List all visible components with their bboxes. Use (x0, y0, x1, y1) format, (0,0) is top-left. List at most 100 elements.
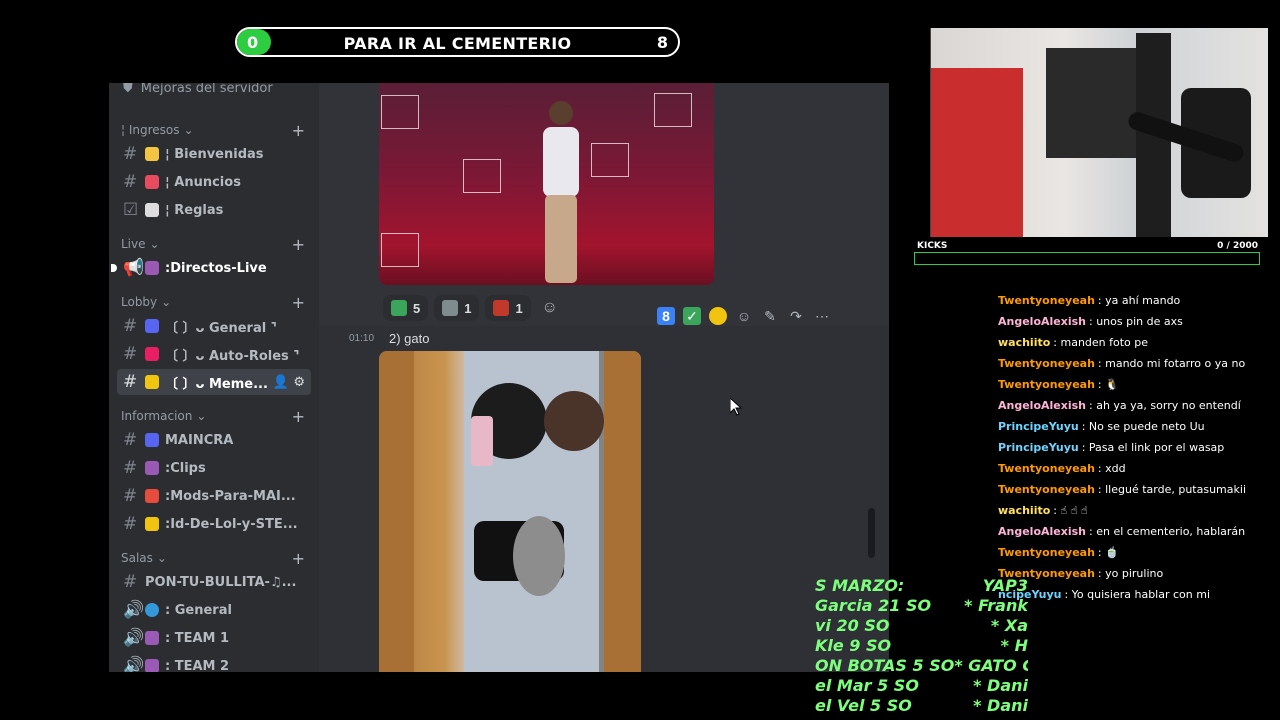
channel-general[interactable]: # 〔 〕ᴗ General ⌝ (117, 313, 311, 339)
chat-scrollbar[interactable] (868, 508, 875, 558)
ticker-line: Kle 9 SO * H (815, 636, 1028, 656)
reply-icon[interactable]: ↷ (787, 307, 805, 325)
channel-maincra[interactable]: # MAINCRA (117, 427, 311, 453)
chat-username[interactable]: AngeloAlexish (998, 315, 1086, 328)
check-emoji-icon (391, 300, 407, 316)
selfie-illustration (379, 351, 641, 672)
channel-label: : General (165, 602, 232, 618)
chevron-down-icon: ⌄ (161, 295, 172, 309)
chevron-down-icon: ⌄ (149, 237, 160, 251)
channel-directos-live[interactable]: 📢 :Directos-Live (111, 255, 311, 281)
add-reaction-icon[interactable]: ☺ (537, 295, 563, 321)
reaction-count: 5 (413, 300, 421, 316)
add-channel-icon[interactable]: + (292, 549, 305, 568)
sub-ticker: S MARZO: YAP3 Garcia 21 SO * Frank vi 20 SO *… (815, 576, 1028, 720)
add-channel-icon[interactable]: + (292, 407, 305, 426)
chat-username[interactable]: Twentyoneyeah (998, 357, 1095, 370)
ticker-left-text: ON BOTAS 5 SO* GATO CO (815, 656, 1028, 675)
more-icon[interactable]: ⋯ (813, 307, 831, 325)
category-salas[interactable]: Salas ⌄ + (121, 549, 305, 568)
category-lobby[interactable]: Lobby ⌄ + (121, 293, 305, 312)
channel-reglas[interactable]: ☑ ¦ Reglas (117, 197, 311, 223)
category-live[interactable]: Live ⌄ + (121, 235, 305, 254)
chat-text: : ya ahí mando (1097, 294, 1181, 307)
invite-icon[interactable]: 👤 (273, 375, 289, 390)
add-channel-icon[interactable]: + (292, 121, 305, 140)
chat-text: : Yo quisiera hablar con mi (1064, 588, 1211, 601)
ticker-left-text: el Mar 5 SO (815, 676, 919, 695)
channel-mods[interactable]: # :Mods-Para-MAI... (117, 483, 311, 509)
reaction-count: 1 (515, 300, 523, 316)
pin-emoji-icon (145, 489, 159, 503)
channel-anuncios[interactable]: # ¦ Anuncios (117, 169, 311, 195)
chat-username[interactable]: Twentyoneyeah (998, 462, 1095, 475)
channel-memes[interactable]: # 〔 〕ᴗ Meme... 👤 ⚙ (117, 369, 311, 395)
add-reaction-icon[interactable]: ☺ (735, 307, 753, 325)
unread-indicator (111, 264, 117, 272)
add-channel-icon[interactable]: + (292, 293, 305, 312)
chat-message: Twentyoneyeah: yo pirulino (998, 563, 1280, 584)
chat-text: : llegué tarde, putasumakii (1097, 483, 1246, 496)
gamepad-emoji-icon (145, 631, 159, 645)
channel-auto-roles[interactable]: # 〔 〕ᴗ Auto-Roles ⌝ (117, 341, 311, 367)
category-label: ¦ Ingresos (121, 123, 180, 137)
voice-channel-general[interactable]: 🔊 : General (117, 597, 311, 623)
chat-username[interactable]: AngeloAlexish (998, 399, 1086, 412)
chat-username[interactable]: PrincipeYuyu (998, 420, 1079, 433)
chat-username[interactable]: PrincipeYuyu (998, 441, 1079, 454)
custom-emoji-icon (145, 261, 159, 275)
channel-sidebar: ⛊ Mejoras del servidor ¦ Ingresos ⌄ + # … (109, 83, 319, 672)
channel-id-de-lol[interactable]: # :Id-De-Lol-y-STE... (117, 511, 311, 537)
channel-bienvenidas[interactable]: # ¦ Bienvenidas (117, 141, 311, 167)
server-boost-item[interactable]: ⛊ Mejoras del servidor (123, 83, 273, 96)
chat-username[interactable]: Twentyoneyeah (998, 483, 1095, 496)
channel-label: ¦ Reglas (165, 202, 224, 218)
ticker-right-text: YAP3 (982, 576, 1028, 595)
chat-username[interactable]: Twentyoneyeah (998, 546, 1095, 559)
chat-text: : mando mi fotarro o ya no (1097, 357, 1246, 370)
chat-username[interactable]: Twentyoneyeah (998, 378, 1095, 391)
message-timestamp: 01:10 (349, 333, 375, 344)
speaker-icon: 🔊 (123, 600, 145, 620)
add-channel-icon[interactable]: + (292, 235, 305, 254)
chat-username[interactable]: Twentyoneyeah (998, 294, 1095, 307)
chat-message: AngeloAlexish: ah ya ya, sorry no entend… (998, 395, 1280, 416)
reaction-burger[interactable]: 1 (485, 295, 531, 321)
hash-icon: # (123, 316, 138, 336)
reaction-check[interactable]: 5 (383, 295, 429, 321)
custom-emoji-icon (145, 461, 159, 475)
chevron-down-icon: ⌄ (183, 123, 194, 137)
attached-image-photo[interactable] (379, 83, 714, 285)
category-informacion[interactable]: Informacion ⌄ + (121, 407, 305, 426)
ticker-line: vi 20 SO * Xa (815, 616, 1028, 636)
voice-channel-team-1[interactable]: 🔊 : TEAM 1 (117, 625, 311, 651)
message-content: 2) gato (389, 331, 430, 346)
check-emoji-icon[interactable]: ✓ (683, 307, 701, 325)
channel-label: :Id-De-Lol-y-STE... (165, 516, 298, 532)
chat-username[interactable]: AngeloAlexish (998, 525, 1086, 538)
edit-icon[interactable]: ✎ (761, 307, 779, 325)
chat-text: : yo pirulino (1097, 567, 1164, 580)
chat-username[interactable]: wachiito (998, 504, 1050, 517)
chat-text: : ☝ ☝ ☝ (1053, 504, 1088, 517)
chevron-down-icon: ⌄ (156, 551, 167, 565)
ticker-line: el Mar 5 SO * Dani (815, 676, 1028, 696)
chat-message: AngeloAlexish: unos pin de axs (998, 311, 1280, 332)
hash-icon: # (123, 514, 138, 534)
chat-text: : unos pin de axs (1089, 315, 1183, 328)
gear-icon[interactable]: ⚙ (293, 375, 305, 390)
hash-icon: # (123, 458, 138, 478)
chat-username[interactable]: wachiito (998, 336, 1050, 349)
speaker-icon: 🔊 (123, 656, 145, 672)
category-ingresos[interactable]: ¦ Ingresos ⌄ + (121, 121, 305, 140)
category-label: Lobby (121, 295, 158, 309)
laughing-emoji-icon[interactable] (709, 307, 727, 325)
channel-clips[interactable]: # :Clips (117, 455, 311, 481)
reaction-custom[interactable]: 1 (434, 295, 480, 321)
custom-emoji-icon (145, 433, 159, 447)
mouse-cursor-icon (730, 398, 742, 416)
channel-pon-tu-bullita[interactable]: # PON-TU-BULLITA-♫... (117, 569, 311, 595)
voice-channel-team-2[interactable]: 🔊 : TEAM 2 (117, 653, 311, 672)
number-8-emoji-icon[interactable]: 8 (657, 307, 675, 325)
attached-image-selfie[interactable] (379, 351, 641, 672)
